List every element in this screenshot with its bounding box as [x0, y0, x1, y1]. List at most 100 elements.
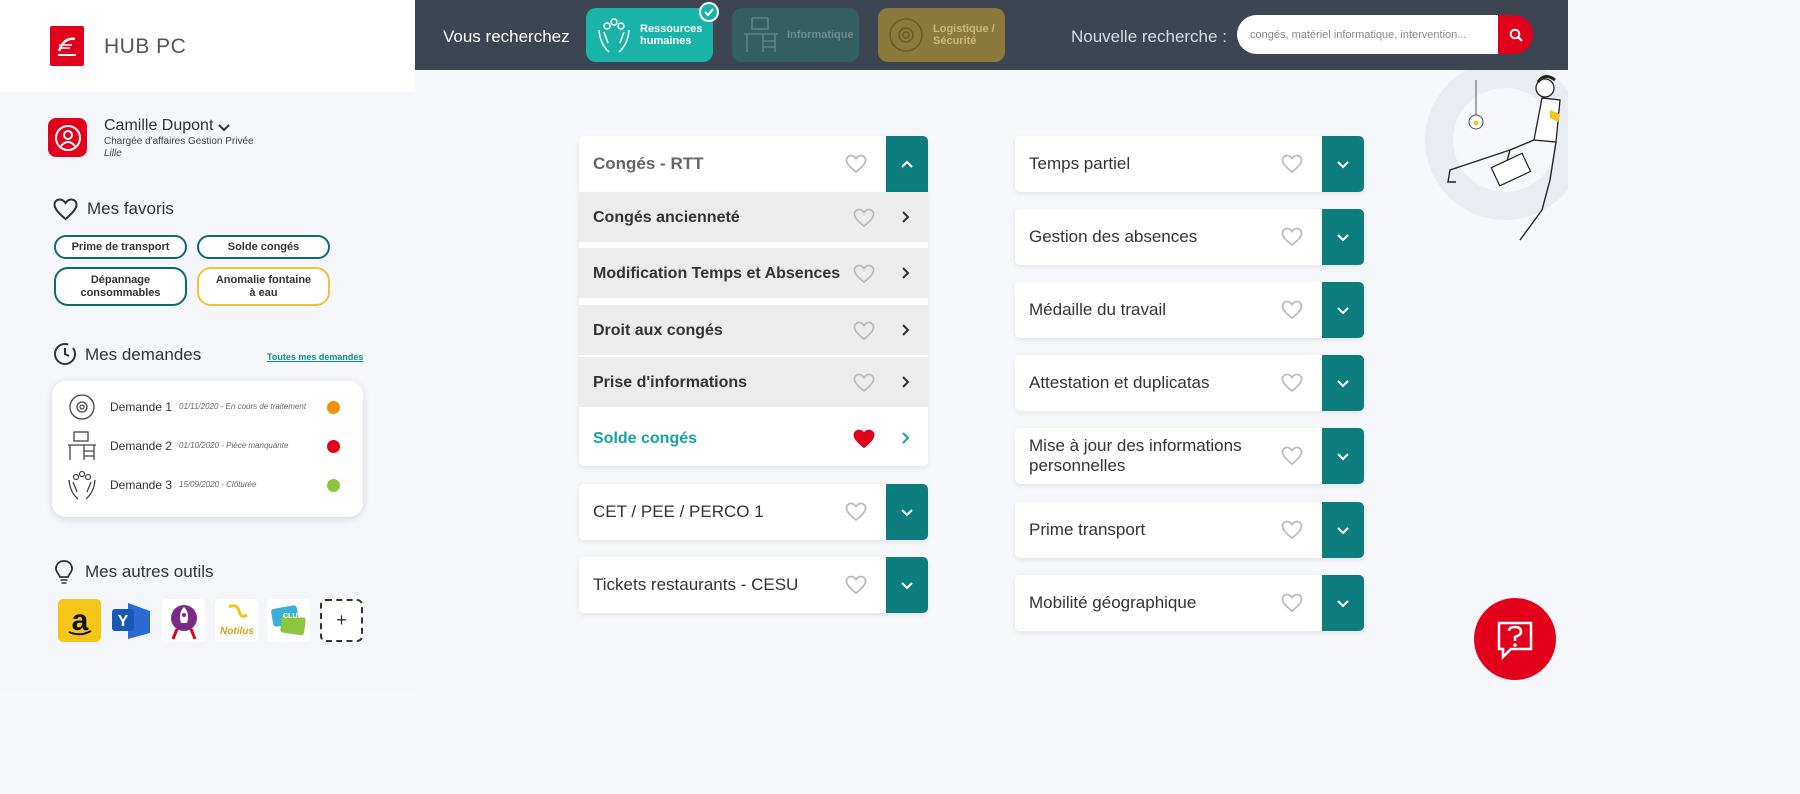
- heart-outline-icon[interactable]: [1281, 446, 1303, 466]
- svg-text:Y: Y: [118, 613, 129, 630]
- category-label: Ressources humaines: [640, 23, 703, 47]
- favorite-label: Solde congés: [227, 240, 300, 253]
- request-meta: 01/10/2020 - Pièce manquante: [179, 441, 289, 450]
- accordion-toggle[interactable]: [1322, 428, 1364, 484]
- heart-icon: [53, 198, 78, 221]
- notilus-icon[interactable]: Notilus: [215, 599, 258, 642]
- chevron-right-icon: [902, 267, 910, 279]
- help-button[interactable]: [1474, 598, 1556, 680]
- all-requests-link[interactable]: Toutes mes demandes: [267, 352, 363, 362]
- accordion-prime-transport[interactable]: Prime transport: [1015, 502, 1364, 558]
- accordion-cet-pee-perco[interactable]: CET / PEE / PERCO 1: [579, 484, 928, 540]
- accordion-attestation[interactable]: Attestation et duplicatas: [1015, 355, 1364, 411]
- chevron-down-icon: [901, 582, 913, 590]
- desk-icon: [68, 431, 96, 460]
- request-row[interactable]: Demande 2 01/10/2020 - Pièce manquante: [52, 431, 363, 461]
- request-meta: 01/11/2020 - En cours de traitement: [179, 402, 307, 411]
- sub-item-solde-conges[interactable]: Solde congés: [579, 413, 928, 464]
- accordion-toggle[interactable]: [886, 557, 928, 613]
- request-name: Demande 3: [110, 478, 173, 492]
- category-logistics-button[interactable]: Logistique / Sécurité: [878, 8, 1005, 62]
- request-name: Demande 1: [110, 400, 173, 414]
- accordion-mise-a-jour[interactable]: Mise à jour des informations personnelle…: [1015, 428, 1364, 484]
- chevron-down-icon[interactable]: [217, 120, 231, 134]
- clock-history-icon: [54, 343, 76, 365]
- sub-item-label: Solde congés: [593, 429, 698, 447]
- club-label: CLUB: [283, 613, 302, 620]
- heart-outline-icon[interactable]: [1281, 373, 1303, 393]
- check-icon: [699, 2, 719, 22]
- heart-outline-icon[interactable]: [845, 575, 867, 595]
- heart-outline-icon[interactable]: [853, 264, 875, 284]
- amazon-icon[interactable]: a: [58, 599, 101, 642]
- heart-outline-icon[interactable]: [853, 321, 875, 341]
- request-row[interactable]: Demande 3 15/09/2020 - Clôturée: [52, 470, 363, 500]
- accordion-temps-partiel[interactable]: Temps partiel: [1015, 136, 1364, 192]
- favorite-anomalie-fontaine[interactable]: Anomalie fontaine à eau: [197, 267, 330, 306]
- lightbulb-icon: [55, 560, 73, 584]
- heart-outline-icon[interactable]: [1281, 154, 1303, 174]
- accordion-title: Attestation et duplicatas: [1029, 373, 1210, 392]
- accordion-toggle[interactable]: [1322, 282, 1364, 338]
- accordion-title: Gestion des absences: [1029, 227, 1198, 246]
- favorite-label: Prime de transport: [71, 240, 170, 253]
- accordion-toggle[interactable]: [1322, 136, 1364, 192]
- chevron-down-icon: [1337, 600, 1349, 608]
- person-laptop-illustration: [1425, 70, 1568, 241]
- rocket-badge-icon[interactable]: [162, 599, 205, 642]
- tools-title: Mes autres outils: [85, 562, 214, 581]
- search-icon: [1509, 28, 1523, 42]
- club-icon[interactable]: CLUB: [267, 599, 310, 642]
- accordion-title: Médaille du travail: [1029, 300, 1167, 319]
- status-dot: [327, 401, 340, 414]
- favorite-solde-conges[interactable]: Solde congés: [197, 235, 330, 259]
- request-row[interactable]: Demande 1 01/11/2020 - En cours de trait…: [52, 392, 363, 422]
- sub-item-label: Modification Temps et Absences: [593, 264, 841, 282]
- chevron-right-icon: [902, 324, 910, 336]
- desk-icon: [744, 17, 778, 52]
- accordion-toggle[interactable]: [1322, 209, 1364, 265]
- sub-item-droit-conges[interactable]: Droit aux congés: [579, 305, 928, 356]
- chevron-right-icon: [902, 432, 910, 444]
- accordion-toggle[interactable]: [1322, 575, 1364, 631]
- accordion-conges-rtt[interactable]: Congés - RTT: [579, 136, 928, 192]
- brand-header: HUB PC: [0, 0, 415, 92]
- add-tool-button[interactable]: +: [320, 599, 363, 642]
- category-it-button[interactable]: Informatique: [732, 8, 859, 62]
- category-hr-button[interactable]: Ressources humaines: [586, 2, 719, 62]
- heart-outline-icon[interactable]: [1281, 593, 1303, 613]
- accordion-medaille-travail[interactable]: Médaille du travail: [1015, 282, 1364, 338]
- brand-logo[interactable]: [50, 26, 84, 66]
- top-search-bar: Vous recherchez Ressources humaines Info…: [415, 0, 1568, 70]
- accordion-toggle[interactable]: [886, 484, 928, 540]
- heart-outline-icon[interactable]: [853, 373, 875, 393]
- user-name[interactable]: Camille Dupont: [104, 117, 213, 135]
- heart-outline-icon[interactable]: [853, 208, 875, 228]
- request-name: Demande 2: [110, 439, 173, 453]
- accordion-toggle[interactable]: [886, 136, 928, 192]
- favorite-depannage[interactable]: Dépannage consommables: [54, 267, 187, 306]
- accordion-gestion-absences[interactable]: Gestion des absences: [1015, 209, 1364, 265]
- heart-outline-icon[interactable]: [845, 502, 867, 522]
- accordion-toggle[interactable]: [1322, 355, 1364, 411]
- accordion-title: Mise à jour des informations personnelle…: [1029, 436, 1242, 475]
- sub-item-modification-temps[interactable]: Modification Temps et Absences: [579, 248, 928, 299]
- heart-outline-icon[interactable]: [1281, 520, 1303, 540]
- accordion-panel: Congés ancienneté Modification Temps et …: [579, 192, 928, 466]
- heart-filled-icon[interactable]: [853, 429, 875, 449]
- heart-outline-icon[interactable]: [845, 154, 867, 174]
- heart-outline-icon[interactable]: [1281, 300, 1303, 320]
- user-avatar[interactable]: [48, 118, 87, 157]
- sub-item-conges-anciennete[interactable]: Congés ancienneté: [579, 192, 928, 243]
- accordion-title: Prime transport: [1029, 520, 1146, 539]
- accordion-tickets-restaurants[interactable]: Tickets restaurants - CESU: [579, 557, 928, 613]
- favorite-prime-transport[interactable]: Prime de transport: [54, 235, 187, 259]
- search-button[interactable]: [1498, 15, 1533, 54]
- yammer-icon[interactable]: Y: [110, 599, 153, 642]
- user-city: Lille: [104, 148, 122, 159]
- accordion-mobilite[interactable]: Mobilité géographique: [1015, 575, 1364, 631]
- search-input[interactable]: [1237, 15, 1499, 54]
- heart-outline-icon[interactable]: [1281, 227, 1303, 247]
- sub-item-prise-informations[interactable]: Prise d'informations: [579, 357, 928, 408]
- accordion-toggle[interactable]: [1322, 502, 1364, 558]
